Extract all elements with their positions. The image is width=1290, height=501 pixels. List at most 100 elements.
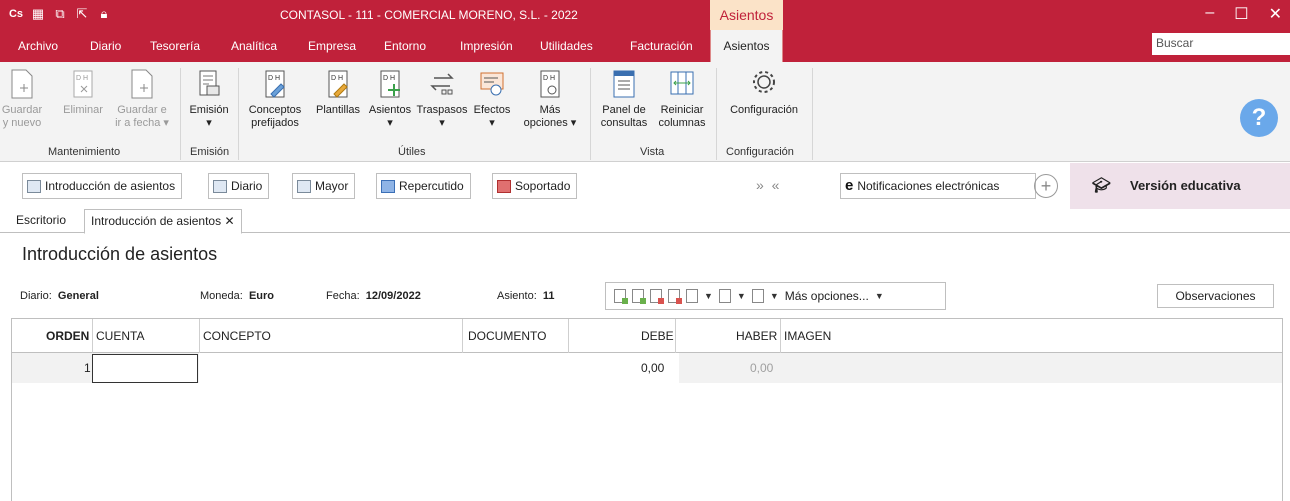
cell-debe[interactable]: 0,00 (641, 361, 664, 375)
shortcut-introduccion-asientos[interactable]: Introducción de asientos (22, 173, 183, 199)
shortcut-repercutido-label: Repercutido (399, 179, 464, 193)
transfer-icon (430, 73, 454, 95)
menu-empresa[interactable]: Empresa (308, 39, 356, 53)
mas-opciones-button[interactable]: D H Más opciones ▾ (520, 68, 580, 130)
insert-above-icon[interactable] (632, 289, 646, 304)
traspasos-button[interactable]: Traspasos ▾ (414, 68, 470, 130)
group-configuracion: Configuración (726, 146, 794, 158)
menu-tesoreria[interactable]: Tesorería (150, 39, 200, 53)
plantillas-button[interactable]: D H Plantillas (310, 68, 366, 117)
header-cuenta[interactable]: CUENTA (96, 329, 144, 343)
header-imagen[interactable]: IMAGEN (784, 329, 831, 343)
eliminar-button[interactable]: D H Eliminar (60, 68, 106, 117)
delete-line-icon[interactable] (668, 289, 682, 304)
header-haber[interactable]: HABER (736, 329, 777, 343)
close-tab-icon[interactable]: ✕ (224, 214, 234, 228)
app-icon[interactable]: Cs (8, 5, 24, 23)
shortcut-diario[interactable]: Diario (208, 173, 270, 199)
emision-button[interactable]: Emisión ▾ (186, 68, 232, 130)
menu-facturacion[interactable]: Facturación (630, 39, 693, 53)
quick-access-toolbar: Cs ▦ ⧉ ⇱ 🔒︎ (8, 5, 112, 23)
header-debe[interactable]: DEBE (641, 329, 674, 343)
menu-diario[interactable]: Diario (90, 39, 121, 53)
export-icon[interactable]: ⇱ (74, 5, 90, 23)
save-goto-icon (131, 69, 153, 99)
printer-icon (199, 70, 220, 96)
shortcut-mayor[interactable]: Mayor (292, 173, 356, 199)
close-icon[interactable]: ✕ (1269, 4, 1282, 24)
menu-impresion[interactable]: Impresión (460, 39, 513, 53)
column-divider (675, 319, 676, 353)
menu-utilidades[interactable]: Utilidades (540, 39, 593, 53)
menu-analitica[interactable]: Analítica (231, 39, 277, 53)
mas-label-2: opciones (523, 117, 568, 129)
tab-escritorio[interactable]: Escritorio (16, 213, 66, 227)
output-vat-icon (381, 179, 395, 193)
calendar-icon[interactable]: ▦ (30, 5, 46, 23)
guardar-nuevo-button[interactable]: Guardar y nuevo (0, 68, 44, 130)
cuenta-input[interactable] (92, 354, 198, 383)
dropdown-arrow-icon[interactable]: ▼ (875, 291, 884, 301)
shortcut-soportado[interactable]: Soportado (492, 173, 578, 199)
conceptos-label-1: Conceptos (248, 104, 302, 116)
svg-text:D H: D H (268, 75, 280, 82)
new-document-icon (11, 69, 33, 99)
menu-archivo[interactable]: Archivo (18, 39, 58, 53)
copy-icon[interactable]: ⧉ (52, 5, 68, 23)
journal-icon (213, 179, 227, 193)
paste-line-icon[interactable] (718, 289, 731, 303)
tab-introduccion-asientos[interactable]: Introducción de asientos ✕ (84, 209, 242, 234)
menu-entorno[interactable]: Entorno (384, 39, 426, 53)
header-concepto[interactable]: CONCEPTO (203, 329, 271, 343)
panel-icon (613, 70, 635, 98)
dropdown-arrow-icon[interactable]: ▼ (770, 291, 779, 301)
entries-table: ORDEN CUENTA CONCEPTO DOCUMENTO DEBE HAB… (11, 318, 1283, 501)
window-controls: – ☐ ✕ (1205, 4, 1282, 24)
dropdown-arrow-icon[interactable]: ▼ (704, 291, 713, 301)
lock-icon[interactable]: 🔒︎ (96, 5, 112, 23)
traspasos-label: Traspasos (416, 104, 468, 116)
entry-info-bar: Diario: General Moneda: Euro Fecha: 12/0… (0, 282, 1290, 310)
search-input[interactable]: Buscar (1152, 33, 1290, 55)
cell-haber[interactable]: 0,00 (750, 361, 773, 375)
diario-label: Diario: (20, 290, 52, 302)
maximize-icon[interactable]: ☐ (1234, 4, 1248, 24)
version-label: Versión educativa (1130, 178, 1241, 193)
table-row[interactable]: 1 0,00 0,00 (12, 353, 1282, 383)
efectos-button[interactable]: Efectos ▾ (468, 68, 516, 130)
guardar-ir-fecha-button[interactable]: Guardar e ir a fecha ▾ (114, 68, 170, 130)
configuracion-button[interactable]: Configuración (722, 68, 806, 117)
asientos-button[interactable]: D H Asientos ▾ (366, 68, 414, 130)
notificaciones-button[interactable]: e Notificaciones electrónicas (840, 173, 1036, 199)
context-tab-asientos: Asientos (710, 0, 783, 30)
help-icon[interactable]: ? (1240, 99, 1278, 137)
insert-below-icon[interactable] (650, 289, 664, 304)
guardar-nuevo-label-1: Guardar (1, 104, 43, 116)
guardar-ir-label-2: ir a fecha (115, 117, 161, 129)
diario-field: Diario: General (20, 290, 99, 302)
separator (716, 68, 717, 160)
add-shortcut-icon[interactable]: + (1034, 174, 1058, 198)
group-emision: Emisión (190, 146, 230, 158)
header-orden[interactable]: ORDEN (46, 329, 89, 343)
column-divider (199, 319, 200, 353)
menu-asientos[interactable]: Asientos (710, 30, 783, 62)
header-documento[interactable]: DOCUMENTO (468, 329, 546, 343)
insert-line-icon[interactable] (614, 289, 628, 304)
copy-line-icon[interactable] (686, 289, 698, 303)
reiniciar-columnas-button[interactable]: Reiniciar columnas (654, 68, 710, 130)
minimize-icon[interactable]: – (1205, 4, 1214, 24)
observaciones-button[interactable]: Observaciones (1157, 284, 1274, 308)
dropdown-arrow-icon[interactable]: ▼ (737, 291, 746, 301)
conceptos-label-2: prefijados (251, 117, 299, 129)
conceptos-prefijados-button[interactable]: D H Conceptos prefijados (242, 68, 308, 130)
scroll-arrows[interactable]: » « (756, 177, 781, 193)
attach-icon[interactable] (751, 289, 764, 303)
svg-text:D H: D H (331, 75, 343, 82)
mas-label-1: Más (539, 104, 561, 116)
tab-intro-label: Introducción de asientos (91, 214, 222, 228)
panel-consultas-button[interactable]: Panel de consultas (598, 68, 650, 130)
mas-opciones-dropdown[interactable]: Más opciones... (785, 289, 869, 303)
shortcut-repercutido[interactable]: Repercutido (376, 173, 471, 199)
shortcut-diario-label: Diario (231, 179, 263, 193)
